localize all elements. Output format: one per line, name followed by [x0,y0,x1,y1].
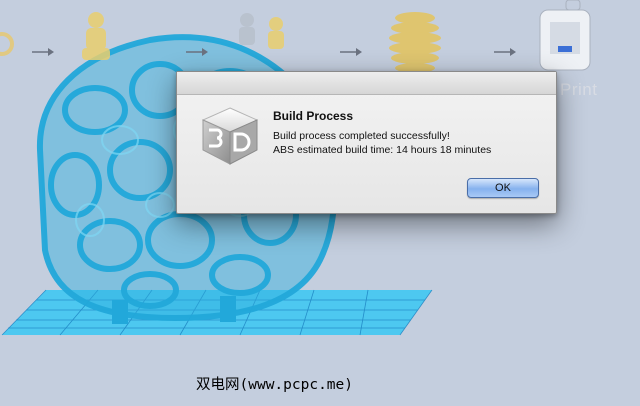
ok-button[interactable]: OK [467,178,539,198]
print-step-label[interactable]: Print [560,80,597,100]
dialog-titlebar[interactable] [177,72,556,95]
build-process-dialog: Build Process Build process completed su… [176,71,557,214]
figure-model-icon [82,12,110,60]
printer-icon [539,0,591,71]
arrow-right-icon [340,48,362,56]
workflow-step-import[interactable] [0,32,14,56]
workflow-step-orient[interactable] [82,12,110,60]
ring-model-icon [0,32,14,56]
dialog-title: Build Process [273,109,354,123]
dialog-message-build-time: ABS estimated build time: 14 hours 18 mi… [273,144,492,156]
workflow-step-slice[interactable] [389,12,441,73]
dialog-message-success: Build process completed successfully! [273,130,450,142]
workflow-step-arrange[interactable] [239,13,284,49]
multiple-figures-icon [239,13,284,49]
sliced-model-icon [389,12,441,73]
watermark-text: 双电网(www.pcpc.me) [196,377,353,393]
app-3d-logo-icon [201,107,259,165]
arrow-right-icon [494,48,516,56]
arrow-right-icon [32,48,54,56]
workflow-step-print[interactable] [539,0,591,71]
